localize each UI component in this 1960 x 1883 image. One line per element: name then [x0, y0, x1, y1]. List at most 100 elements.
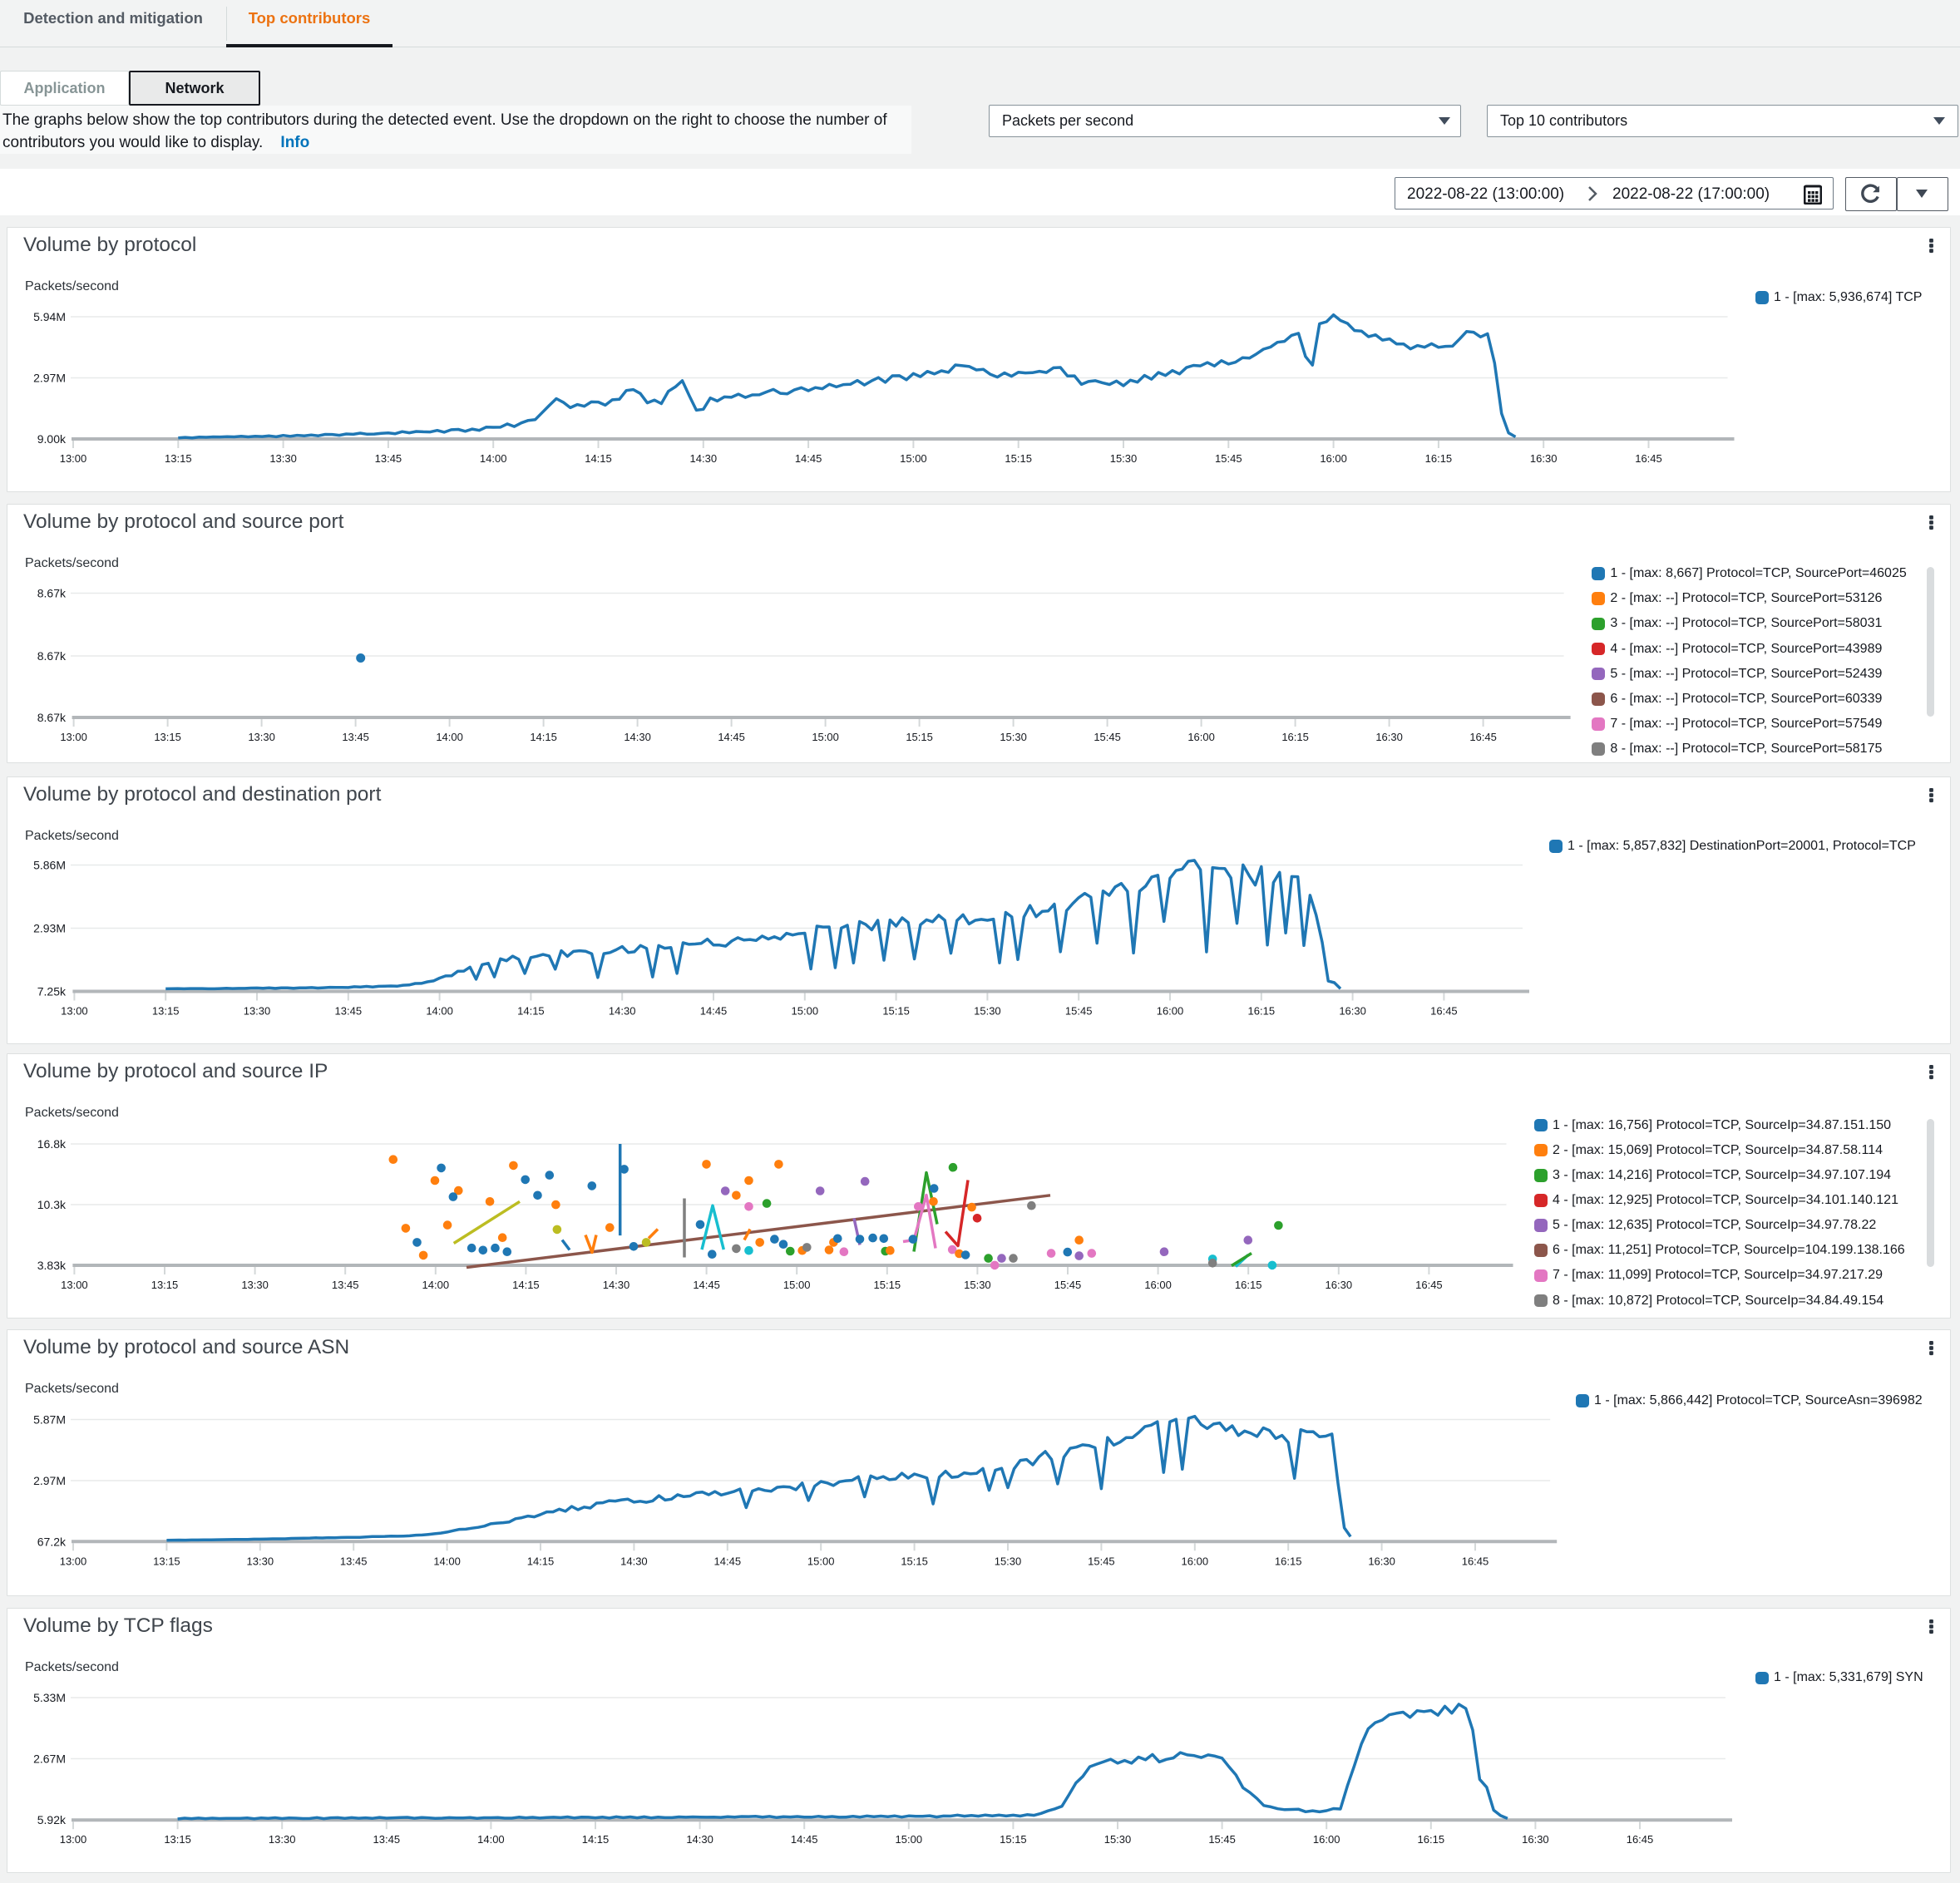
- svg-text:13:00: 13:00: [60, 452, 87, 465]
- svg-text:16:30: 16:30: [1530, 452, 1558, 465]
- svg-text:16:00: 16:00: [1187, 731, 1215, 743]
- svg-text:16:00: 16:00: [1182, 1555, 1209, 1567]
- svg-text:14:45: 14:45: [693, 1279, 720, 1291]
- svg-text:16:15: 16:15: [1418, 1833, 1445, 1846]
- svg-text:14:30: 14:30: [624, 731, 651, 743]
- svg-text:67.2k: 67.2k: [37, 1535, 67, 1548]
- svg-text:16:00: 16:00: [1144, 1279, 1172, 1291]
- svg-text:8.67k: 8.67k: [37, 586, 67, 599]
- svg-text:16:45: 16:45: [1635, 452, 1662, 465]
- svg-text:14:00: 14:00: [426, 1005, 453, 1018]
- svg-text:2.97M: 2.97M: [33, 371, 66, 384]
- svg-text:15:45: 15:45: [1215, 452, 1242, 465]
- svg-text:13:30: 13:30: [248, 731, 275, 743]
- svg-text:16.8k: 16.8k: [37, 1137, 67, 1151]
- svg-text:5.94M: 5.94M: [33, 310, 66, 323]
- svg-text:15:30: 15:30: [964, 1279, 991, 1291]
- svg-text:3.83k: 3.83k: [37, 1259, 67, 1272]
- svg-text:15:00: 15:00: [896, 1833, 923, 1846]
- svg-text:14:45: 14:45: [714, 1555, 742, 1567]
- svg-text:14:45: 14:45: [718, 731, 745, 743]
- svg-text:16:45: 16:45: [1469, 731, 1497, 743]
- svg-text:14:15: 14:15: [512, 1279, 540, 1291]
- svg-text:15:30: 15:30: [1000, 731, 1027, 743]
- svg-text:16:45: 16:45: [1627, 1833, 1654, 1846]
- svg-text:2.97M: 2.97M: [33, 1474, 66, 1487]
- svg-text:14:45: 14:45: [791, 1833, 818, 1846]
- svg-text:14:30: 14:30: [620, 1555, 648, 1567]
- svg-text:16:15: 16:15: [1425, 452, 1453, 465]
- svg-text:16:15: 16:15: [1235, 1279, 1262, 1291]
- svg-text:13:15: 13:15: [152, 1005, 180, 1018]
- svg-text:16:15: 16:15: [1275, 1555, 1302, 1567]
- svg-text:13:30: 13:30: [241, 1279, 269, 1291]
- svg-text:15:15: 15:15: [882, 1005, 910, 1018]
- svg-text:14:30: 14:30: [609, 1005, 636, 1018]
- svg-text:15:15: 15:15: [906, 731, 933, 743]
- svg-text:13:45: 13:45: [335, 1005, 363, 1018]
- svg-text:13:00: 13:00: [61, 1279, 88, 1291]
- svg-text:14:15: 14:15: [517, 1005, 545, 1018]
- svg-text:13:30: 13:30: [244, 1005, 271, 1018]
- svg-text:14:30: 14:30: [686, 1833, 713, 1846]
- svg-text:16:30: 16:30: [1368, 1555, 1395, 1567]
- svg-text:16:15: 16:15: [1281, 731, 1309, 743]
- svg-text:14:00: 14:00: [477, 1833, 505, 1846]
- svg-text:13:45: 13:45: [340, 1555, 368, 1567]
- svg-text:14:30: 14:30: [690, 452, 718, 465]
- svg-text:16:00: 16:00: [1157, 1005, 1184, 1018]
- svg-text:13:00: 13:00: [60, 1833, 87, 1846]
- svg-text:13:30: 13:30: [269, 1833, 296, 1846]
- svg-text:13:45: 13:45: [373, 1833, 401, 1846]
- svg-text:13:15: 13:15: [165, 452, 192, 465]
- svg-text:5.33M: 5.33M: [33, 1691, 66, 1704]
- svg-text:14:45: 14:45: [700, 1005, 728, 1018]
- svg-text:16:45: 16:45: [1430, 1005, 1458, 1018]
- svg-text:15:45: 15:45: [1094, 731, 1121, 743]
- svg-text:15:45: 15:45: [1088, 1555, 1115, 1567]
- svg-text:13:15: 13:15: [154, 731, 181, 743]
- svg-text:13:00: 13:00: [60, 731, 87, 743]
- svg-text:14:30: 14:30: [603, 1279, 630, 1291]
- svg-text:13:30: 13:30: [269, 452, 297, 465]
- svg-text:2.93M: 2.93M: [33, 922, 66, 935]
- svg-text:14:00: 14:00: [480, 452, 507, 465]
- svg-text:14:45: 14:45: [795, 452, 822, 465]
- svg-text:15:45: 15:45: [1054, 1279, 1082, 1291]
- svg-text:15:15: 15:15: [874, 1279, 901, 1291]
- svg-text:14:00: 14:00: [422, 1279, 450, 1291]
- svg-text:15:45: 15:45: [1208, 1833, 1236, 1846]
- svg-text:14:15: 14:15: [582, 1833, 610, 1846]
- svg-text:13:30: 13:30: [247, 1555, 274, 1567]
- svg-text:15:15: 15:15: [901, 1555, 928, 1567]
- svg-text:14:15: 14:15: [585, 452, 612, 465]
- svg-text:15:30: 15:30: [995, 1555, 1022, 1567]
- svg-text:14:00: 14:00: [433, 1555, 461, 1567]
- svg-text:16:00: 16:00: [1313, 1833, 1340, 1846]
- svg-text:15:00: 15:00: [783, 1279, 811, 1291]
- svg-text:13:45: 13:45: [342, 731, 369, 743]
- svg-text:7.25k: 7.25k: [37, 985, 67, 998]
- svg-text:15:45: 15:45: [1065, 1005, 1093, 1018]
- svg-text:16:30: 16:30: [1326, 1279, 1353, 1291]
- svg-text:16:00: 16:00: [1320, 452, 1347, 465]
- svg-text:13:00: 13:00: [60, 1555, 87, 1567]
- svg-text:5.87M: 5.87M: [33, 1413, 66, 1427]
- svg-text:13:15: 13:15: [153, 1555, 180, 1567]
- svg-text:16:30: 16:30: [1339, 1005, 1366, 1018]
- svg-text:16:30: 16:30: [1522, 1833, 1549, 1846]
- svg-text:5.92k: 5.92k: [37, 1813, 67, 1826]
- svg-text:15:30: 15:30: [1110, 452, 1138, 465]
- svg-text:8.67k: 8.67k: [37, 649, 67, 663]
- svg-text:16:15: 16:15: [1248, 1005, 1276, 1018]
- svg-text:14:00: 14:00: [436, 731, 463, 743]
- svg-text:9.00k: 9.00k: [37, 432, 67, 446]
- svg-text:15:30: 15:30: [1104, 1833, 1132, 1846]
- svg-text:15:15: 15:15: [1000, 1833, 1027, 1846]
- svg-text:13:45: 13:45: [375, 452, 402, 465]
- svg-text:13:15: 13:15: [164, 1833, 191, 1846]
- svg-text:15:00: 15:00: [812, 731, 839, 743]
- svg-text:10.3k: 10.3k: [37, 1198, 67, 1211]
- svg-text:15:00: 15:00: [792, 1005, 819, 1018]
- svg-text:15:00: 15:00: [900, 452, 927, 465]
